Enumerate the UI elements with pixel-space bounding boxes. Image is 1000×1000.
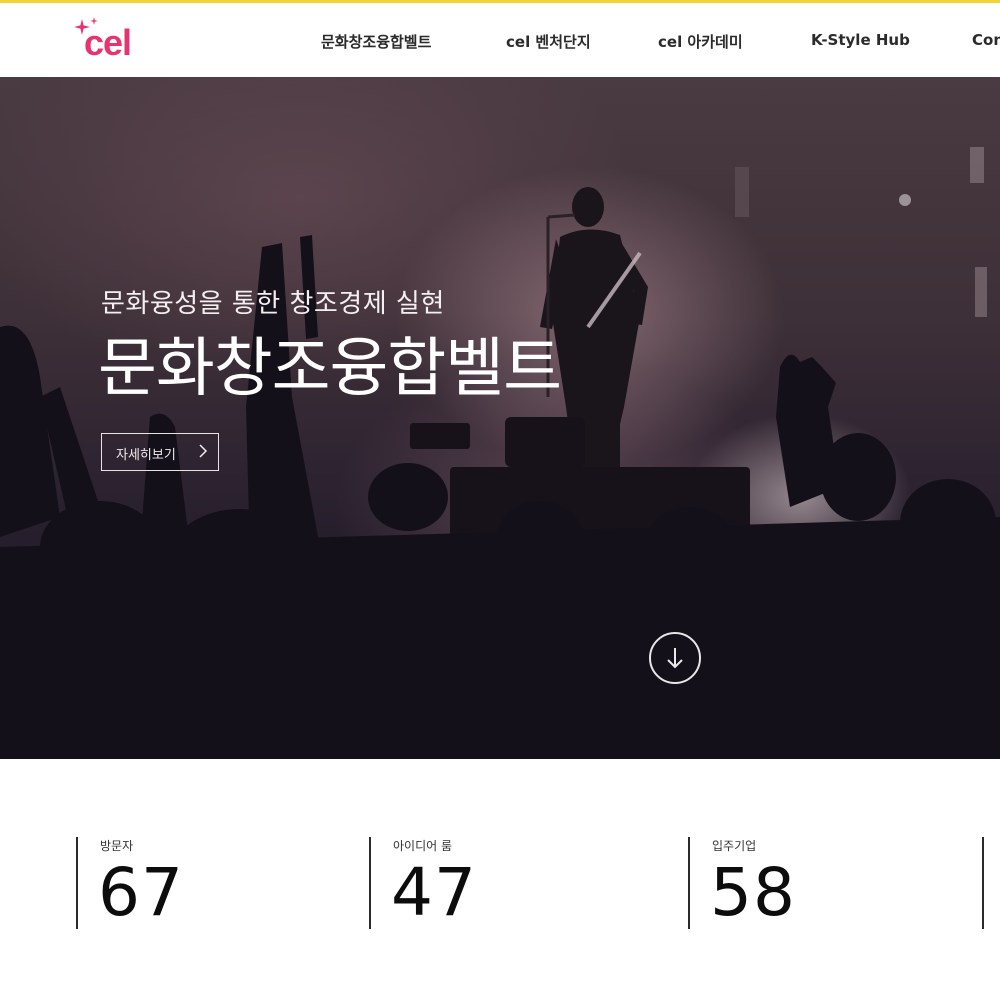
nav-item-con[interactable]: Con — [972, 31, 1000, 49]
stat-divider — [688, 837, 690, 929]
nav-item-kstyle-hub[interactable]: K-Style Hub — [811, 31, 910, 49]
site-header: cel 문화창조융합벨트 cel 벤처단지 cel 아카데미 K-Style H… — [0, 3, 1000, 77]
main-nav: 문화창조융합벨트 cel 벤처단지 cel 아카데미 K-Style Hub C… — [0, 3, 1000, 77]
stat-value: 67 — [98, 854, 184, 931]
stat-value: 58 — [710, 854, 796, 931]
stat-value: 47 — [391, 854, 477, 931]
concert-crowd-image — [0, 147, 1000, 759]
scroll-down-button[interactable] — [649, 632, 701, 684]
stat-divider — [76, 837, 78, 929]
chevron-right-icon — [199, 444, 208, 458]
nav-item-venture-complex[interactable]: cel 벤처단지 — [506, 31, 591, 52]
hero-title: 문화창조융합벨트 — [98, 332, 562, 406]
hero-banner: 문화융성을 통한 창조경제 실현 문화창조융합벨트 자세히보기 — [0, 77, 1000, 759]
stat-label: 입주기업 — [712, 839, 757, 853]
stat-label: 아이디어 룸 — [393, 839, 453, 853]
arrow-down-icon — [667, 648, 683, 669]
view-details-label: 자세히보기 — [116, 448, 176, 463]
hero-subtitle: 문화융성을 통한 창조경제 실현 — [101, 289, 445, 319]
stat-label: 방문자 — [100, 839, 134, 853]
stat-divider — [982, 837, 984, 929]
nav-item-academy[interactable]: cel 아카데미 — [658, 31, 743, 52]
stats-section: 방문자 67 아이디어 룸 47 입주기업 58 — [0, 759, 1000, 1000]
nav-item-culture-belt[interactable]: 문화창조융합벨트 — [321, 31, 431, 52]
view-details-button[interactable]: 자세히보기 — [101, 433, 219, 471]
stat-divider — [369, 837, 371, 929]
